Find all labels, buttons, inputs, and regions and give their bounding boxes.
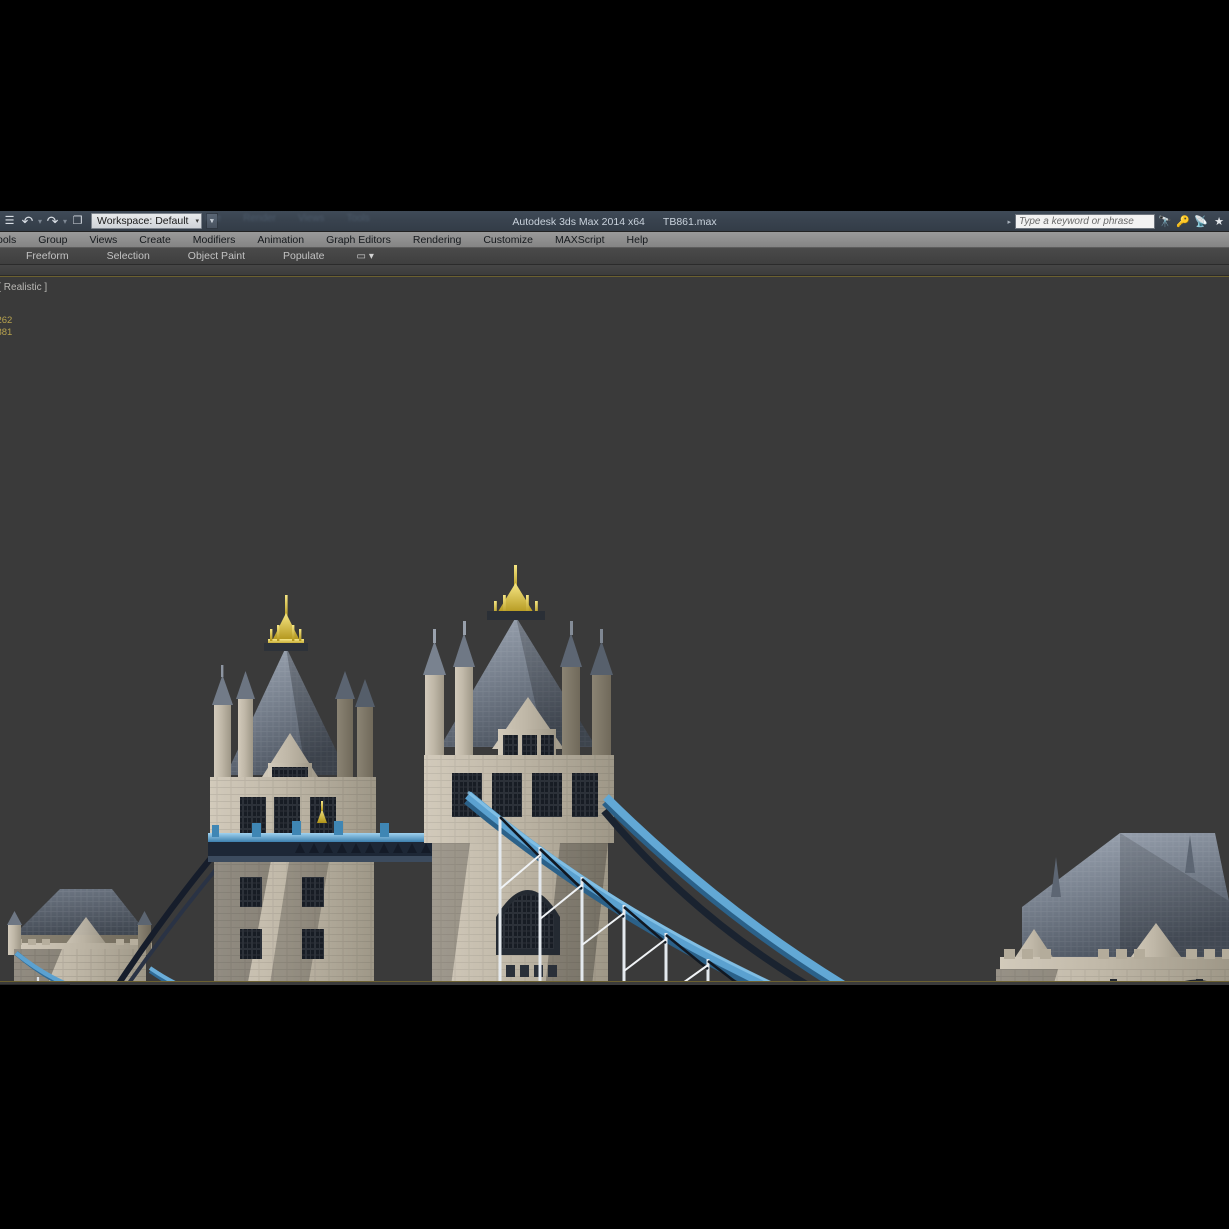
- menu-item-customize[interactable]: Customize: [472, 232, 544, 248]
- binoculars-icon[interactable]: 🔭: [1157, 214, 1173, 230]
- viewport-label[interactable]: w020 ] [ Realistic ]: [0, 282, 47, 293]
- menu-item-graph-editors[interactable]: Graph Editors: [315, 232, 402, 248]
- current-frame-field[interactable]: / 100: [0, 984, 58, 985]
- screenshot-stage: ☰ ↶ ▾ ↷ ▾ ❐ Workspace: Default ▾ ▼ File …: [0, 0, 1229, 1229]
- application-title: Autodesk 3ds Max 2014 x64: [512, 215, 645, 228]
- key-icon[interactable]: 🔑: [1175, 214, 1191, 230]
- ghost-item: Tools: [346, 213, 370, 224]
- stat-line: 989.881: [0, 327, 13, 338]
- time-slider-bar[interactable]: / 100 >: [0, 981, 1229, 985]
- viewport-perspective[interactable]: w020 ] [ Realistic ] tal 003.262 989.881: [0, 276, 1229, 981]
- chevron-down-icon: ▾: [368, 250, 374, 262]
- application-window: ☰ ↶ ▾ ↷ ▾ ❐ Workspace: Default ▾ ▼ File …: [0, 211, 1229, 985]
- search-placeholder: Type a keyword or phrase: [1019, 216, 1134, 227]
- satellite-icon[interactable]: 📡: [1193, 214, 1209, 230]
- search-input[interactable]: Type a keyword or phrase: [1015, 214, 1155, 229]
- ribbon-panel-strip: g: [0, 265, 1229, 276]
- letterbox-bottom-bar: [0, 985, 1229, 1229]
- main-tower-left: [210, 595, 376, 981]
- undo-dropdown-icon[interactable]: ▾: [37, 217, 43, 226]
- ribbon-overflow-icon: ▭: [356, 250, 366, 262]
- stat-line: 003.262: [0, 315, 13, 326]
- tower-bridge-model: [0, 277, 1229, 981]
- document-filename: TB861.max: [662, 215, 717, 228]
- ghost-item: Render: [243, 213, 276, 224]
- favorite-star-icon[interactable]: ★: [1211, 214, 1227, 230]
- ribbon-tab-freeform[interactable]: Freeform: [0, 248, 97, 265]
- title-ghost-menu: File Render Views Tools: [205, 213, 370, 227]
- redo-icon[interactable]: ↷: [44, 212, 61, 230]
- bridge-render: [7, 565, 1229, 981]
- menu-item-maxscript[interactable]: MAXScript: [544, 232, 616, 248]
- ghost-item: Views: [297, 213, 325, 224]
- ribbon-tab-selection[interactable]: Selection: [97, 248, 178, 265]
- stat-line: tal: [0, 303, 12, 315]
- workspace-label: Workspace: Default: [97, 215, 189, 227]
- menu-item-modifiers[interactable]: Modifiers: [182, 232, 247, 248]
- app-menu-button[interactable]: ☰: [1, 212, 18, 230]
- workspace-selector[interactable]: Workspace: Default ▾: [91, 213, 202, 229]
- ribbon-overflow-button[interactable]: ▭ ▾: [356, 251, 373, 262]
- menu-item-help[interactable]: Help: [616, 232, 660, 248]
- chevron-down-icon: ▾: [195, 218, 199, 225]
- menu-item-create[interactable]: Create: [128, 232, 182, 248]
- workspace-dropdown-button[interactable]: ▼: [205, 213, 218, 229]
- menu-item-rendering[interactable]: Rendering: [402, 232, 472, 248]
- quick-access-toolbar: ☰ ↶ ▾ ↷ ▾ ❐ Workspace: Default ▾ ▼: [0, 211, 218, 232]
- ribbon-tab-object-paint[interactable]: Object Paint: [178, 248, 273, 265]
- select-object-icon[interactable]: ❐: [69, 212, 86, 230]
- menu-item-tools[interactable]: ools: [0, 232, 27, 248]
- search-expand-icon[interactable]: ▸: [1005, 218, 1013, 226]
- next-frame-button[interactable]: >: [56, 984, 70, 985]
- right-abutment-tower: [996, 833, 1229, 981]
- menu-item-animation[interactable]: Animation: [246, 232, 315, 248]
- ribbon-tab-bar: Freeform Selection Object Paint Populate…: [0, 248, 1229, 265]
- left-abutment-tower: [7, 889, 152, 981]
- menu-item-views[interactable]: Views: [78, 232, 128, 248]
- ribbon-tab-populate[interactable]: Populate: [273, 248, 352, 265]
- menu-item-group[interactable]: Group: [27, 232, 78, 248]
- viewport-statistics: tal 003.262 989.881: [0, 303, 12, 339]
- redo-dropdown-icon[interactable]: ▾: [62, 217, 68, 226]
- letterbox-top-bar: [0, 0, 1229, 211]
- search-area: ▸ Type a keyword or phrase 🔭 🔑 📡 ★: [1005, 213, 1227, 230]
- title-bar: ☰ ↶ ▾ ↷ ▾ ❐ Workspace: Default ▾ ▼ File …: [0, 211, 1229, 232]
- menu-bar: ools Group Views Create Modifiers Animat…: [0, 232, 1229, 248]
- undo-icon[interactable]: ↶: [19, 212, 36, 230]
